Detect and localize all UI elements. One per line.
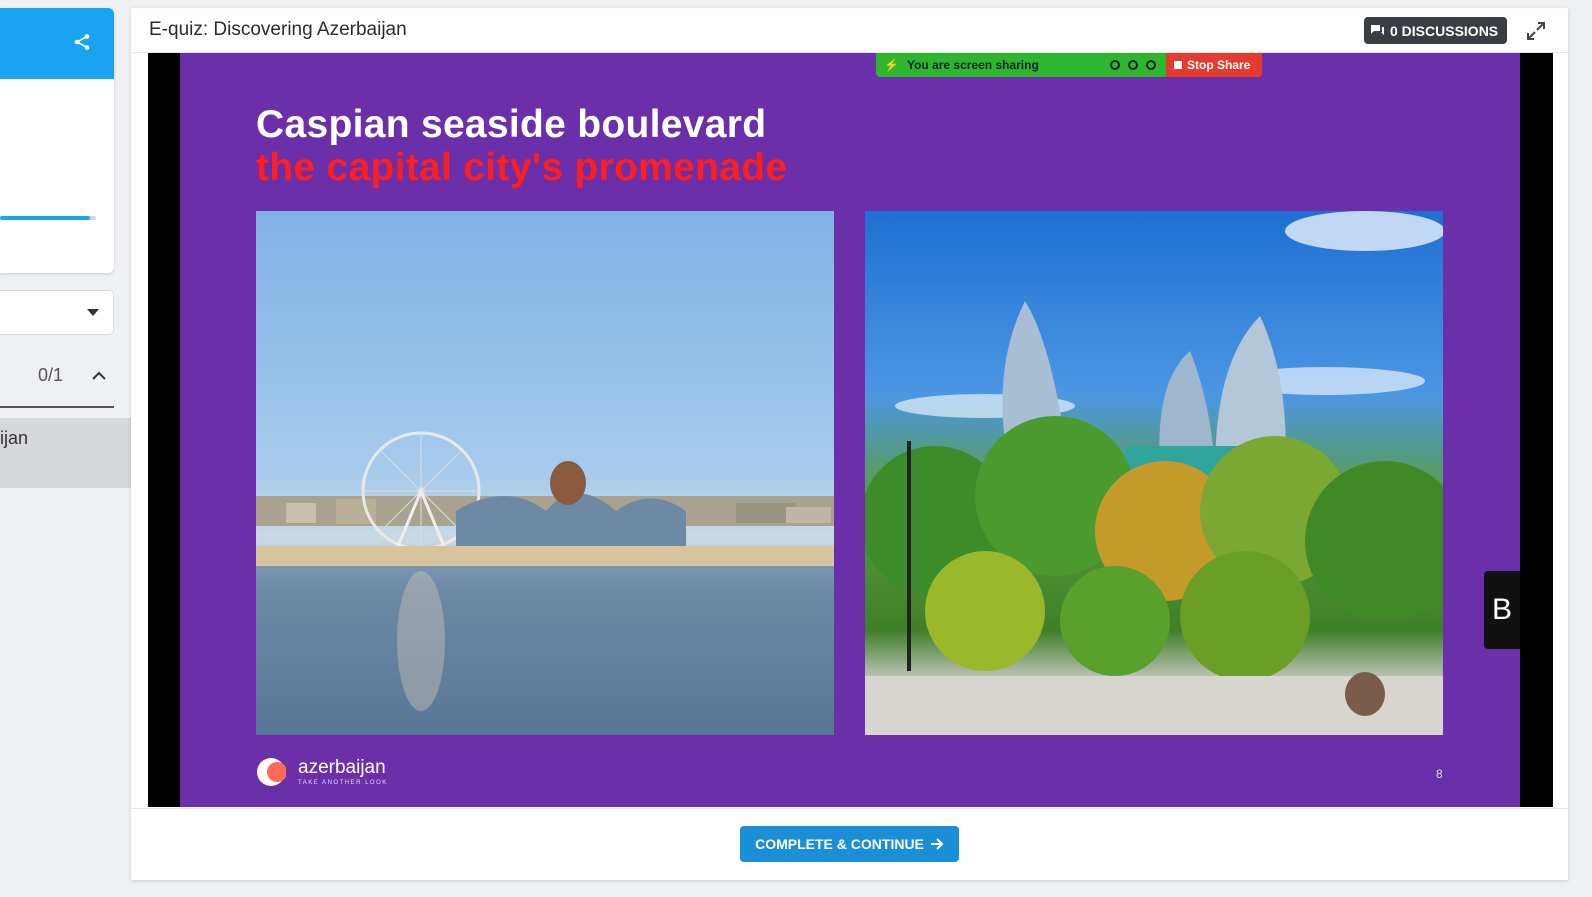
photo-baku-waterfront: [256, 211, 834, 735]
lesson-header: E-quiz: Discovering Azerbaijan 0 DISCUSS…: [131, 8, 1568, 53]
share-button[interactable]: [70, 30, 94, 54]
video-viewer[interactable]: ⚡ You are screen sharing Stop Share Casp…: [148, 53, 1553, 807]
complete-continue-button[interactable]: COMPLETE & CONTINUE: [740, 826, 959, 862]
presentation-slide: ⚡ You are screen sharing Stop Share Casp…: [180, 53, 1520, 807]
course-progress-bar: [0, 216, 96, 220]
screen-share-bar: ⚡ You are screen sharing Stop Share: [876, 53, 1262, 77]
complete-continue-label: COMPLETE & CONTINUE: [755, 836, 924, 852]
dropdown-caret-icon: [87, 309, 99, 316]
brand-mark-icon: [257, 758, 286, 786]
slide-title: Caspian seaside boulevard: [256, 103, 767, 146]
sidebar-lesson-label: ijan: [0, 428, 29, 448]
expand-icon[interactable]: [1524, 19, 1548, 43]
discussions-button[interactable]: 0 DISCUSSIONS: [1364, 17, 1508, 44]
lesson-panel: E-quiz: Discovering Azerbaijan 0 DISCUSS…: [131, 8, 1568, 880]
share-status-icon: ⚡: [884, 58, 899, 72]
section-progress-count: 0/1: [38, 365, 64, 385]
chat-icon: [1371, 24, 1384, 35]
sidebar-lesson-item[interactable]: ijan: [0, 418, 131, 488]
course-progress-card: [0, 8, 114, 273]
discussions-label: 0 DISCUSSIONS: [1390, 22, 1499, 39]
side-overlay-tab[interactable]: B: [1484, 571, 1520, 649]
course-sidebar: 0/1 ijan: [0, 0, 131, 897]
chapter-dropdown[interactable]: [0, 290, 114, 335]
slide-page-number: 8: [1436, 767, 1443, 781]
photo-flame-towers: [865, 211, 1443, 735]
screen-share-status: ⚡ You are screen sharing: [876, 53, 1166, 77]
arrow-right-icon: [930, 838, 944, 850]
lesson-title: E-quiz: Discovering Azerbaijan: [149, 19, 407, 40]
slide-subtitle: the capital city's promenade: [256, 146, 788, 189]
chevron-up-icon[interactable]: [91, 369, 107, 381]
lesson-footer: COMPLETE & CONTINUE: [131, 808, 1568, 880]
share-controls: [1110, 60, 1166, 70]
brand-tagline: TAKE ANOTHER LOOK: [298, 780, 388, 786]
section-header[interactable]: 0/1: [0, 352, 114, 408]
stop-share-label: Stop Share: [1187, 58, 1251, 72]
azerbaijan-logo: azerbaijan TAKE ANOTHER LOOK: [256, 757, 388, 787]
screen-share-text: You are screen sharing: [906, 58, 1039, 72]
course-progress-fill: [0, 216, 91, 220]
stop-share-button[interactable]: Stop Share: [1166, 53, 1262, 77]
stop-icon: [1174, 61, 1182, 69]
course-card-header: [0, 8, 114, 79]
share-icon: [74, 34, 90, 50]
brand-name: azerbaijan: [298, 757, 386, 778]
